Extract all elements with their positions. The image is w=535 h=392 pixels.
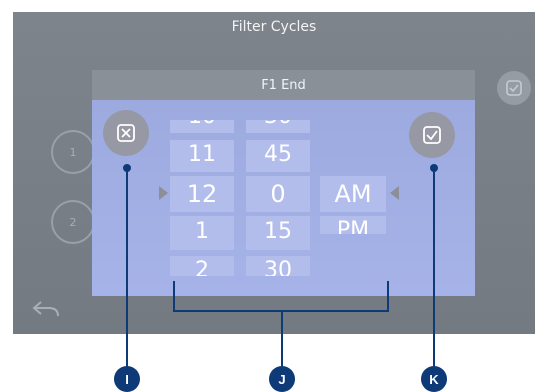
callout-j-label: J: [278, 371, 286, 387]
check-box-icon: [423, 126, 441, 144]
dialog-header: F1 End: [92, 70, 475, 100]
hour-wheel[interactable]: 10 11 12 1 2: [170, 120, 234, 276]
minute-selected[interactable]: 0: [246, 180, 310, 208]
callout-i-leader: [126, 168, 128, 367]
filter-cycle-2-button[interactable]: 2: [51, 200, 95, 244]
callout-i-marker: I: [114, 366, 140, 392]
dialog-title: F1 End: [261, 77, 306, 93]
hour-option[interactable]: 2: [170, 258, 234, 276]
callout-j-marker: J: [269, 366, 295, 392]
check-box-icon: [506, 80, 522, 96]
screen-title: Filter Cycles: [231, 19, 317, 35]
minute-option[interactable]: 15: [246, 219, 310, 244]
callout-j-bracket-right: [387, 281, 389, 311]
selection-pointer-left: [159, 186, 168, 200]
filter-cycle-1-label: 1: [69, 145, 77, 159]
minute-option[interactable]: 30: [246, 258, 310, 276]
callout-k-marker: K: [421, 366, 447, 392]
back-arrow-icon[interactable]: [31, 294, 65, 320]
filter-cycle-1-button[interactable]: 1: [51, 130, 95, 174]
callout-k-leader: [433, 168, 435, 367]
period-option[interactable]: PM: [320, 218, 386, 234]
hour-option[interactable]: 10: [170, 120, 234, 129]
cancel-button[interactable]: [103, 110, 149, 156]
callout-i-label: I: [125, 371, 129, 387]
minute-option[interactable]: 45: [246, 142, 310, 167]
callout-j-leader: [281, 310, 283, 367]
filter-cycle-2-label: 2: [69, 215, 77, 229]
selection-pointer-right: [390, 186, 399, 200]
hour-option[interactable]: 1: [170, 219, 234, 244]
callout-j-bracket-left: [173, 281, 175, 311]
screen-confirm-button[interactable]: [497, 71, 531, 105]
hour-selected[interactable]: 12: [170, 180, 234, 208]
period-selected[interactable]: AM: [320, 180, 386, 208]
minute-option[interactable]: 30: [246, 120, 310, 129]
minute-wheel[interactable]: 30 45 0 15 30: [246, 120, 310, 276]
time-picker-dialog: 10 11 12 1 2 30 45 0 15 30 AM PM: [92, 100, 475, 296]
period-wheel[interactable]: AM PM: [320, 176, 386, 234]
confirm-button[interactable]: [409, 112, 455, 158]
close-box-icon: [117, 124, 135, 142]
hour-option[interactable]: 11: [170, 142, 234, 167]
callout-k-label: K: [429, 371, 439, 387]
